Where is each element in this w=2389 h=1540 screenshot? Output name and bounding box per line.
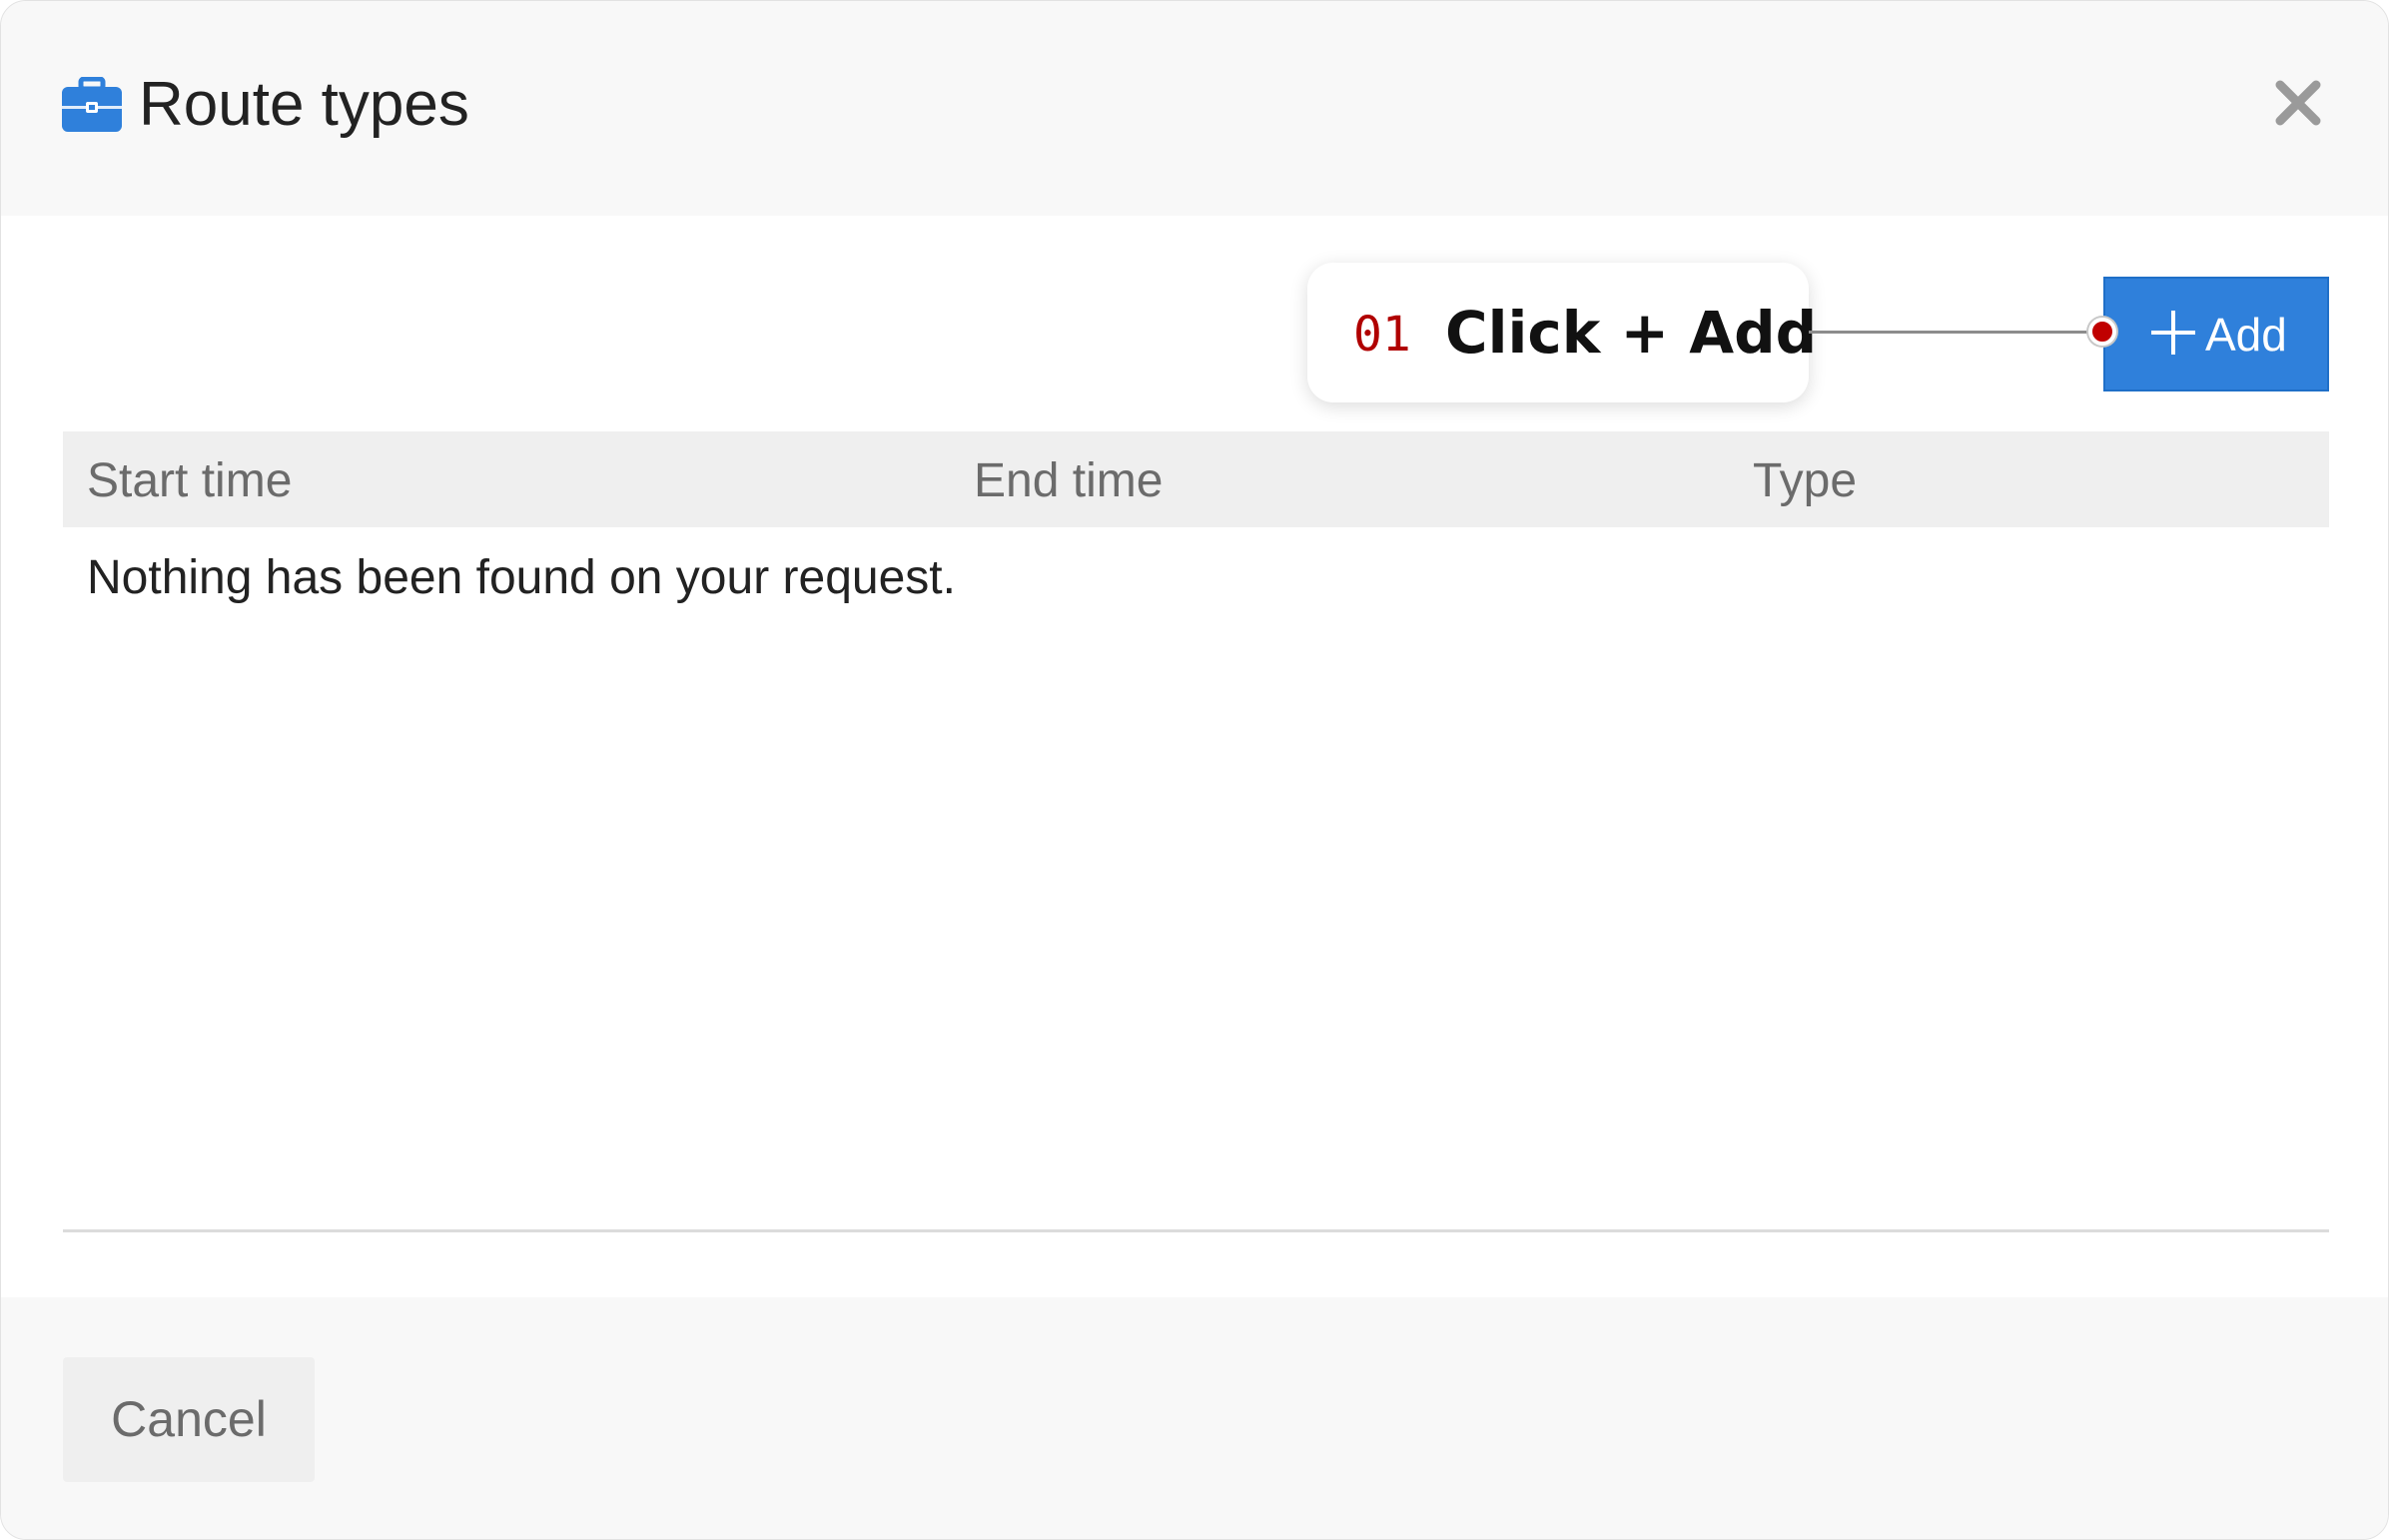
footer-divider [63, 1229, 2329, 1232]
cancel-button[interactable]: Cancel [63, 1357, 315, 1482]
dialog-footer [1, 1297, 2388, 1539]
empty-table-message: Nothing has been found on your request. [87, 551, 956, 604]
plus-icon [2151, 311, 2195, 355]
callout-target-dot [2088, 318, 2116, 346]
close-icon[interactable] [2270, 75, 2326, 131]
dialog-header: Route types [1, 1, 2388, 216]
callout-text: Click + Add [1445, 299, 1818, 367]
callout-step-number: 01 [1353, 307, 1411, 363]
briefcase-icon [62, 77, 122, 132]
callout-connector-line [1809, 331, 2100, 334]
tutorial-callout: 01 Click + Add [1307, 263, 1817, 402]
cancel-button-label: Cancel [111, 1391, 267, 1447]
add-button-label: Add [2205, 309, 2287, 361]
route-types-dialog: Route types 01 Click + Add Add Start tim… [0, 0, 2389, 1540]
table-header: Start time End time Type [63, 431, 2329, 527]
dialog-title: Route types [139, 70, 469, 139]
dialog-body [1, 216, 2388, 1297]
column-header-end-time[interactable]: End time [974, 453, 1163, 509]
column-header-type[interactable]: Type [1753, 453, 1857, 509]
add-button[interactable]: Add [2103, 277, 2329, 391]
column-header-start-time[interactable]: Start time [87, 453, 292, 509]
